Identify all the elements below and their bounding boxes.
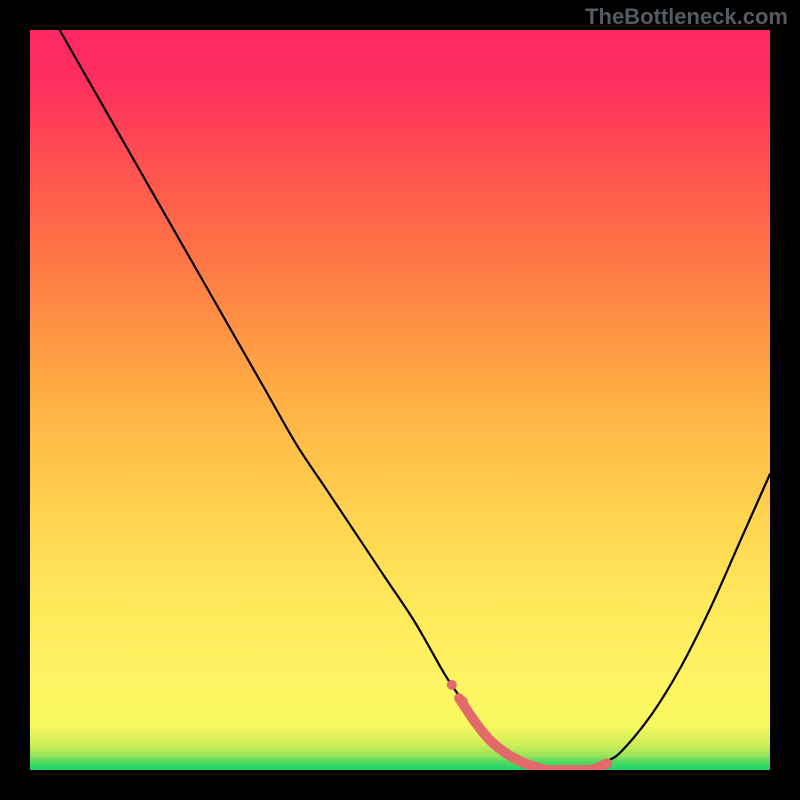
highlight-dot-1 bbox=[447, 680, 457, 690]
curve-svg bbox=[30, 30, 770, 770]
plot-area bbox=[30, 30, 770, 770]
bottleneck-curve bbox=[60, 30, 770, 769]
highlight-segment bbox=[459, 698, 607, 770]
watermark-text: TheBottleneck.com bbox=[585, 4, 788, 30]
chart-frame: TheBottleneck.com bbox=[0, 0, 800, 800]
highlight-dot-2 bbox=[458, 697, 468, 707]
